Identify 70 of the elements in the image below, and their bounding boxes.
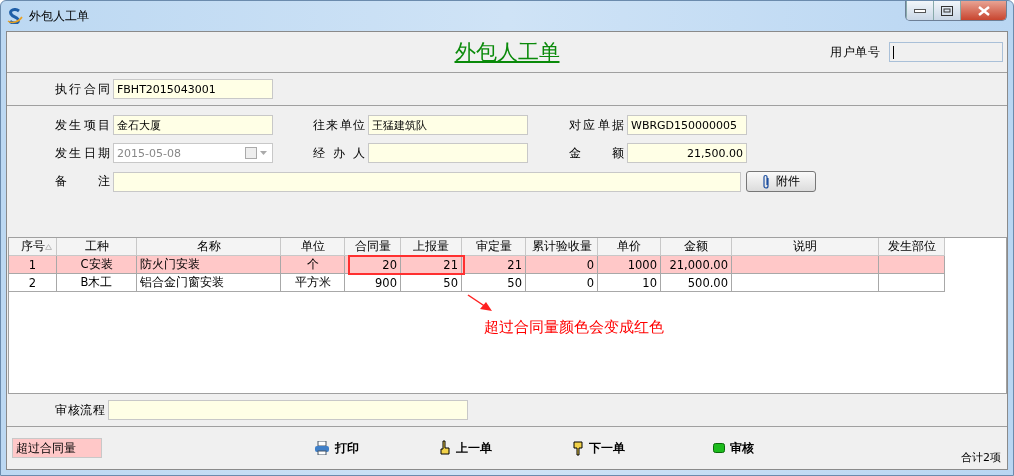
column-header[interactable]: 累计验收量 bbox=[526, 238, 598, 256]
field-label: 经办人 bbox=[313, 144, 365, 162]
window-title: 外包人工单 bbox=[29, 7, 89, 25]
column-header[interactable]: 说明 bbox=[732, 238, 879, 256]
field-label: 发生日期 bbox=[55, 144, 110, 162]
table-row[interactable]: 1 C安装 防火门安装 个 20 21 21 0 1000 21,000.00 bbox=[9, 256, 945, 274]
close-icon bbox=[977, 5, 990, 16]
field-label: 审核流程 bbox=[55, 401, 105, 419]
input-field[interactable]: 王猛建筑队 bbox=[368, 115, 528, 135]
table-cell: 50 bbox=[401, 274, 462, 292]
table-cell: 0 bbox=[526, 274, 598, 292]
column-header[interactable]: 工种 bbox=[57, 238, 137, 256]
input-field[interactable] bbox=[889, 42, 1003, 62]
field-label: 用户单号 bbox=[830, 43, 880, 61]
arrow bbox=[467, 294, 493, 312]
field-label: 备注 bbox=[55, 173, 110, 190]
column-header[interactable]: 上报量 bbox=[401, 238, 462, 256]
input-field[interactable] bbox=[108, 400, 468, 420]
column-header[interactable]: 单价 bbox=[598, 238, 661, 256]
table-cell bbox=[879, 274, 945, 292]
approve-button[interactable]: 审核 bbox=[709, 437, 758, 459]
column-header[interactable]: 序号 bbox=[9, 238, 57, 256]
table-cell: 10 bbox=[598, 274, 661, 292]
input-field[interactable]: 21,500.00 bbox=[627, 143, 747, 163]
column-header[interactable]: 单位 bbox=[281, 238, 345, 256]
input-field[interactable] bbox=[113, 171, 741, 192]
print-button[interactable]: 打印 bbox=[310, 437, 363, 459]
table-cell: 铝合金门窗安装 bbox=[137, 274, 281, 292]
table-cell: 平方米 bbox=[281, 274, 345, 292]
text-cursor bbox=[893, 45, 894, 59]
legend-swatch: 超过合同量 bbox=[12, 438, 102, 458]
input-field[interactable]: WBRGD150000005 bbox=[627, 115, 747, 135]
printer-icon bbox=[314, 441, 330, 455]
column-header[interactable]: 名称 bbox=[137, 238, 281, 256]
column-header[interactable]: 合同量 bbox=[345, 238, 401, 256]
table-cell: 500.00 bbox=[661, 274, 732, 292]
maximize-icon bbox=[941, 5, 953, 16]
calendar-dropdown-icon bbox=[245, 147, 269, 159]
attachment-button[interactable]: 附件 bbox=[746, 171, 816, 192]
field-label: 执行合同 bbox=[55, 80, 110, 98]
table-row[interactable]: 2 B木工 铝合金门窗安装 平方米 900 50 50 0 10 500.00 bbox=[9, 274, 945, 292]
minimize-icon bbox=[914, 8, 926, 13]
column-header[interactable]: 金额 bbox=[661, 238, 732, 256]
column-header[interactable]: 发生部位 bbox=[879, 238, 945, 256]
input-field[interactable] bbox=[368, 143, 528, 163]
field-label: 往来单位 bbox=[313, 116, 365, 134]
table-cell: 21 bbox=[401, 256, 462, 274]
field-label: 发生项目 bbox=[55, 116, 110, 134]
close-button[interactable] bbox=[960, 1, 1006, 20]
total-count: 合计2项 bbox=[961, 450, 1001, 465]
indicator-light-icon bbox=[713, 443, 725, 453]
form-title: 外包人工单 bbox=[454, 39, 560, 66]
hand-pointing-down-icon bbox=[572, 440, 584, 456]
field-label: 金额 bbox=[569, 144, 624, 162]
input-field[interactable]: 金石大厦 bbox=[113, 115, 273, 135]
input-field[interactable]: FBHT2015043001 bbox=[113, 79, 273, 99]
table-cell: 50 bbox=[462, 274, 526, 292]
next-button[interactable]: 下一单 bbox=[568, 437, 629, 459]
annotation-text: 超过合同量颜色会变成红色 bbox=[484, 318, 664, 337]
app-logo-icon bbox=[7, 8, 23, 24]
hand-pointing-up-icon bbox=[439, 440, 451, 456]
paperclip-icon bbox=[762, 173, 770, 190]
field-label: 对应单据 bbox=[569, 116, 624, 134]
table-cell: B木工 bbox=[57, 274, 137, 292]
maximize-button[interactable] bbox=[933, 1, 960, 20]
table-cell: 2 bbox=[9, 274, 57, 292]
column-header[interactable]: 审定量 bbox=[462, 238, 526, 256]
table-cell: 900 bbox=[345, 274, 401, 292]
minimize-button[interactable] bbox=[906, 1, 933, 20]
prev-button[interactable]: 上一单 bbox=[435, 437, 496, 459]
